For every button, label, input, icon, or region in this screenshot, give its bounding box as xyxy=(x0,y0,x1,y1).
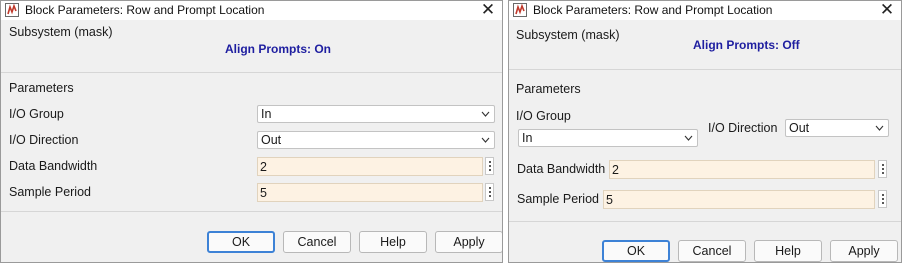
chevron-down-icon xyxy=(875,125,884,131)
simulink-block-icon xyxy=(5,3,19,17)
align-prompts-status: Align Prompts: Off xyxy=(693,38,800,52)
data-bandwidth-value: 2 xyxy=(612,163,619,177)
io-direction-value: Out xyxy=(261,133,282,147)
kebab-menu-icon[interactable] xyxy=(485,183,494,201)
button-area-divider xyxy=(1,211,502,212)
sample-period-label: Sample Period xyxy=(9,185,91,199)
cancel-button[interactable]: Cancel xyxy=(283,231,351,253)
io-group-label: I/O Group xyxy=(9,107,64,121)
title-bar[interactable]: Block Parameters: Row and Prompt Locatio… xyxy=(509,1,901,20)
simulink-block-icon xyxy=(513,3,527,17)
chevron-down-icon xyxy=(481,111,490,117)
parameters-heading: Parameters xyxy=(516,82,581,96)
io-group-dropdown[interactable]: In xyxy=(518,129,698,147)
sample-period-label: Sample Period xyxy=(517,192,599,206)
button-area-divider xyxy=(509,221,901,222)
sample-period-value: 5 xyxy=(606,193,613,207)
chevron-down-icon xyxy=(481,137,490,143)
io-group-value: In xyxy=(522,131,533,145)
title-bar[interactable]: Block Parameters: Row and Prompt Locatio… xyxy=(1,1,502,20)
parameters-heading: Parameters xyxy=(9,81,74,95)
data-bandwidth-label: Data Bandwidth xyxy=(9,159,98,173)
subsystem-mask-label: Subsystem (mask) xyxy=(516,28,620,42)
align-prompts-status: Align Prompts: On xyxy=(225,42,331,56)
kebab-menu-icon[interactable] xyxy=(878,190,887,208)
block-parameters-dialog-align-on: Block Parameters: Row and Prompt Locatio… xyxy=(0,0,503,263)
close-icon[interactable]: ✕ xyxy=(879,1,895,20)
data-bandwidth-field[interactable]: 2 xyxy=(609,160,875,179)
sample-period-value: 5 xyxy=(260,186,267,200)
apply-button[interactable]: Apply xyxy=(435,231,502,253)
data-bandwidth-value: 2 xyxy=(260,160,267,174)
chevron-down-icon xyxy=(684,135,693,141)
ok-button[interactable]: OK xyxy=(207,231,275,253)
dialog-title: Block Parameters: Row and Prompt Locatio… xyxy=(25,3,265,17)
cancel-button[interactable]: Cancel xyxy=(678,240,746,262)
apply-button[interactable]: Apply xyxy=(830,240,898,262)
help-button[interactable]: Help xyxy=(359,231,427,253)
io-direction-dropdown[interactable]: Out xyxy=(257,131,495,149)
io-direction-label: I/O Direction xyxy=(9,133,79,147)
close-icon[interactable]: ✕ xyxy=(480,1,496,20)
ok-button[interactable]: OK xyxy=(602,240,670,262)
io-direction-dropdown[interactable]: Out xyxy=(785,119,889,137)
kebab-menu-icon[interactable] xyxy=(485,157,494,175)
help-button[interactable]: Help xyxy=(754,240,822,262)
subsystem-mask-label: Subsystem (mask) xyxy=(9,25,113,39)
io-group-dropdown[interactable]: In xyxy=(257,105,495,123)
section-divider xyxy=(509,69,901,70)
io-group-label: I/O Group xyxy=(516,109,571,123)
io-group-value: In xyxy=(261,107,272,121)
dialog-title: Block Parameters: Row and Prompt Locatio… xyxy=(533,3,773,17)
io-direction-value: Out xyxy=(789,121,810,135)
kebab-menu-icon[interactable] xyxy=(878,160,887,178)
io-direction-label: I/O Direction xyxy=(708,121,778,135)
block-parameters-dialog-align-off: Block Parameters: Row and Prompt Locatio… xyxy=(508,0,902,263)
data-bandwidth-label: Data Bandwidth xyxy=(517,162,606,176)
section-divider xyxy=(1,72,502,73)
data-bandwidth-field[interactable]: 2 xyxy=(257,157,483,176)
sample-period-field[interactable]: 5 xyxy=(603,190,875,209)
sample-period-field[interactable]: 5 xyxy=(257,183,483,202)
